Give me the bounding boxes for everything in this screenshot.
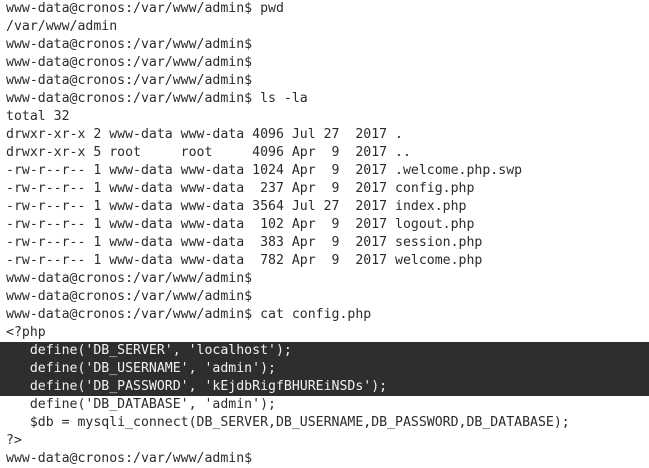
terminal-line-text: -rw-r--r-- 1 www-data www-data 782 Apr 9… — [6, 253, 483, 268]
terminal-line-highlighted: define('DB_USERNAME', 'admin'); — [0, 360, 649, 378]
terminal-line-text: www-data@cronos:/var/www/admin$ — [6, 73, 253, 88]
terminal-line: www-data@cronos:/var/www/admin$ — [0, 54, 649, 72]
terminal-line: www-data@cronos:/var/www/admin$ — [0, 36, 649, 54]
terminal-line-text: <?php — [6, 325, 46, 340]
terminal-line-text: define('DB_SERVER', 'localhost'); — [6, 343, 292, 358]
terminal-line: -rw-r--r-- 1 www-data www-data 3564 Jul … — [0, 198, 649, 216]
terminal-line: <?php — [0, 324, 649, 342]
terminal-line-text: www-data@cronos:/var/www/admin$ — [6, 289, 253, 304]
terminal-line: www-data@cronos:/var/www/admin$ — [0, 288, 649, 306]
terminal-line: www-data@cronos:/var/www/admin$ ls -la — [0, 90, 649, 108]
terminal-line-text: /var/www/admin — [6, 19, 118, 34]
terminal-line: -rw-r--r-- 1 www-data www-data 782 Apr 9… — [0, 252, 649, 270]
terminal-line: www-data@cronos:/var/www/admin$ — [0, 72, 649, 90]
terminal-line: -rw-r--r-- 1 www-data www-data 237 Apr 9… — [0, 180, 649, 198]
terminal-line: drwxr-xr-x 2 www-data www-data 4096 Jul … — [0, 126, 649, 144]
terminal-line: $db = mysqli_connect(DB_SERVER,DB_USERNA… — [0, 414, 649, 432]
terminal-line: www-data@cronos:/var/www/admin$ — [0, 270, 649, 288]
terminal-line-text: www-data@cronos:/var/www/admin$ — [6, 37, 253, 52]
terminal-line-text: define('DB_DATABASE', 'admin'); — [6, 397, 276, 412]
terminal-line: /var/www/admin — [0, 18, 649, 36]
terminal-line: drwxr-xr-x 5 root root 4096 Apr 9 2017 .… — [0, 144, 649, 162]
terminal-line-text: define('DB_PASSWORD', 'kEjdbRigfBHUREiNS… — [6, 379, 388, 394]
terminal-line-text: www-data@cronos:/var/www/admin$ — [6, 271, 253, 286]
terminal-line: www-data@cronos:/var/www/admin$ cat conf… — [0, 306, 649, 324]
terminal-line-text: $db = mysqli_connect(DB_SERVER,DB_USERNA… — [6, 415, 570, 430]
terminal-line: ?> — [0, 432, 649, 450]
terminal-line-text: www-data@cronos:/var/www/admin$ ls -la — [6, 91, 308, 106]
terminal-line-text: -rw-r--r-- 1 www-data www-data 3564 Jul … — [6, 199, 467, 214]
terminal-line-text: www-data@cronos:/var/www/admin$ cat conf… — [6, 307, 372, 322]
terminal-line-text: -rw-r--r-- 1 www-data www-data 1024 Apr … — [6, 163, 523, 178]
terminal-line-text: www-data@cronos:/var/www/admin$ — [6, 451, 253, 466]
terminal-line: -rw-r--r-- 1 www-data www-data 1024 Apr … — [0, 162, 649, 180]
terminal-line: define('DB_DATABASE', 'admin'); — [0, 396, 649, 414]
terminal-line-text: total 32 — [6, 109, 70, 124]
terminal-line: -rw-r--r-- 1 www-data www-data 102 Apr 9… — [0, 216, 649, 234]
terminal-line-text: -rw-r--r-- 1 www-data www-data 383 Apr 9… — [6, 235, 483, 250]
terminal-output: www-data@cronos:/var/www/admin$ pwd/var/… — [0, 0, 649, 468]
terminal-line-text: -rw-r--r-- 1 www-data www-data 102 Apr 9… — [6, 217, 475, 232]
terminal-window[interactable]: www-data@cronos:/var/www/admin$ pwd/var/… — [0, 0, 649, 468]
terminal-line: www-data@cronos:/var/www/admin$ — [0, 450, 649, 468]
terminal-line-highlighted: define('DB_SERVER', 'localhost'); — [0, 342, 649, 360]
terminal-line-text: www-data@cronos:/var/www/admin$ pwd — [6, 1, 284, 16]
terminal-line-text: -rw-r--r-- 1 www-data www-data 237 Apr 9… — [6, 181, 475, 196]
terminal-line: www-data@cronos:/var/www/admin$ pwd — [0, 0, 649, 18]
terminal-line-text: drwxr-xr-x 5 root root 4096 Apr 9 2017 .… — [6, 145, 411, 160]
terminal-line-highlighted: define('DB_PASSWORD', 'kEjdbRigfBHUREiNS… — [0, 378, 649, 396]
terminal-line-text: drwxr-xr-x 2 www-data www-data 4096 Jul … — [6, 127, 403, 142]
terminal-line-text: define('DB_USERNAME', 'admin'); — [6, 361, 276, 376]
terminal-line: -rw-r--r-- 1 www-data www-data 383 Apr 9… — [0, 234, 649, 252]
terminal-line-text: ?> — [6, 433, 22, 448]
terminal-line-text: www-data@cronos:/var/www/admin$ — [6, 55, 253, 70]
terminal-line: total 32 — [0, 108, 649, 126]
